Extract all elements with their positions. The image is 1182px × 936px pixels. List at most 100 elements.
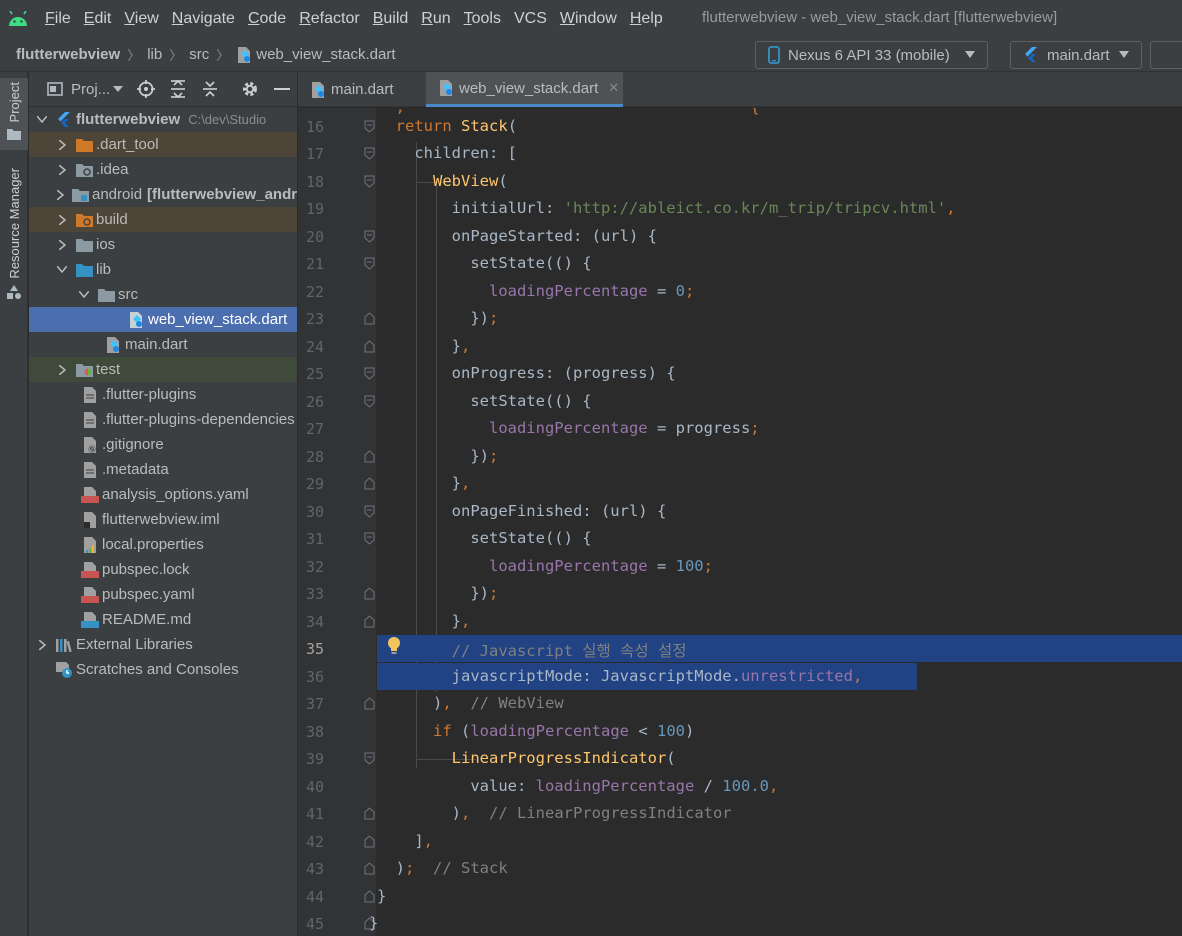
fold-marker-icon[interactable] (364, 230, 375, 243)
chevron-down-icon[interactable] (113, 85, 124, 93)
fold-end-marker-icon[interactable] (364, 312, 375, 325)
chevron-right-icon[interactable] (57, 239, 67, 250)
breadcrumb-src[interactable]: src (189, 46, 209, 63)
tab-web-view-stack-dart[interactable]: web_view_stack.dart ✕ (426, 72, 623, 107)
tree-item-readme[interactable]: README.md (29, 607, 297, 632)
fold-end-marker-icon[interactable] (364, 862, 375, 875)
fold-end-marker-icon[interactable] (364, 340, 375, 353)
fold-end-marker-icon[interactable] (364, 890, 375, 903)
tree-item-pubspec-yaml[interactable]: pubspec.yaml (29, 582, 297, 607)
run-config-extra-box[interactable] (1150, 41, 1182, 69)
tree-item-gitignore[interactable]: .gitignore (29, 432, 297, 457)
fold-marker-icon[interactable] (364, 367, 375, 380)
menu-help[interactable]: Help (630, 10, 663, 28)
fold-marker-icon[interactable] (364, 395, 375, 408)
menu-edit-mnemonic: E (83, 10, 95, 27)
menu-run[interactable]: Run (421, 10, 450, 28)
chevron-right-icon[interactable] (57, 164, 67, 175)
menu-edit[interactable]: Edit (84, 10, 112, 28)
fold-end-marker-icon[interactable] (364, 697, 375, 710)
fold-marker-icon[interactable] (364, 120, 375, 133)
text-file-icon (81, 386, 99, 404)
tree-item-pubspec-lock[interactable]: pubspec.lock (29, 557, 297, 582)
fold-marker-icon[interactable] (364, 505, 375, 518)
fold-marker-icon[interactable] (364, 175, 375, 188)
tree-item-main-dart[interactable]: main.dart (29, 332, 297, 357)
menu-refactor[interactable]: Refactor (299, 10, 359, 28)
tree-item-analysis-options[interactable]: analysis_options.yaml (29, 482, 297, 507)
tree-item-idea[interactable]: .idea (29, 157, 297, 182)
resource-manager-tool-tab[interactable]: Resource Manager (0, 168, 28, 308)
fold-marker-icon[interactable] (364, 752, 375, 765)
fold-end-marker-icon[interactable] (364, 477, 375, 490)
chevron-right-icon[interactable] (57, 189, 64, 200)
fold-end-marker-icon[interactable] (364, 587, 375, 600)
tree-item-dart-tool[interactable]: .dart_tool (29, 132, 297, 157)
tree-item-test[interactable]: test (29, 357, 297, 382)
fold-marker-icon[interactable] (364, 257, 375, 270)
run-config-selector[interactable]: main.dart (1010, 41, 1142, 69)
line-number: 22 (305, 283, 324, 301)
fold-marker-icon[interactable] (364, 532, 375, 545)
code-text: children: [ (377, 144, 517, 162)
code-text: loadingPercentage = 100; (488, 557, 713, 575)
chevron-down-icon[interactable] (79, 290, 89, 300)
project-tool-tab[interactable]: Project (0, 78, 28, 150)
menu-view[interactable]: View (124, 10, 158, 28)
tree-item-scratches[interactable]: Scratches and Consoles (29, 657, 297, 682)
expand-all-icon[interactable] (169, 80, 187, 98)
chevron-right-icon[interactable] (57, 214, 67, 225)
chevron-right-icon[interactable] (57, 139, 67, 150)
fold-end-marker-icon[interactable] (364, 615, 375, 628)
breadcrumb-project[interactable]: flutterwebview (16, 46, 120, 63)
menu-code[interactable]: Code (248, 10, 286, 28)
tree-item-label: analysis_options.yaml (102, 486, 249, 503)
code-text: initialUrl: 'http://ableict.co.kr/m_trip… (377, 199, 956, 217)
tree-item-flutter-plugins[interactable]: .flutter-plugins (29, 382, 297, 407)
collapse-all-icon[interactable] (201, 80, 219, 98)
close-icon[interactable]: ✕ (608, 80, 619, 96)
tree-item-web-view-stack[interactable]: web_view_stack.dart (29, 307, 297, 332)
tree-item-external-libraries[interactable]: External Libraries (29, 632, 297, 657)
code-line: 23 }); (298, 305, 1182, 332)
menu-view-label: iew (134, 10, 159, 27)
device-selector[interactable]: Nexus 6 API 33 (mobile) (755, 41, 988, 69)
fold-end-marker-icon[interactable] (364, 807, 375, 820)
tree-item-lib[interactable]: lib (29, 257, 297, 282)
project-panel-header: Proj... (29, 72, 297, 107)
menu-vcs[interactable]: VCS (514, 10, 547, 28)
editor-vertical-scrollbar[interactable] (1172, 108, 1182, 936)
fold-marker-icon[interactable] (364, 147, 375, 160)
fold-end-marker-icon[interactable] (364, 450, 375, 463)
chevron-right-icon[interactable] (57, 364, 67, 375)
menu-navigate[interactable]: Navigate (172, 10, 235, 28)
tree-item-build[interactable]: build (29, 207, 297, 232)
tab-main-dart[interactable]: main.dart (298, 72, 425, 107)
tree-item-ios[interactable]: ios (29, 232, 297, 257)
chevron-down-icon[interactable] (57, 265, 67, 275)
code-line: 27 loadingPercentage = progress; (298, 415, 1182, 442)
code-editor[interactable]: ; { 16 return Stack( 17 children: [ 18 W… (298, 108, 1182, 936)
project-view-selector[interactable]: Proj... (71, 81, 110, 98)
tree-item-src[interactable]: src (29, 282, 297, 307)
chevron-down-icon[interactable] (37, 115, 47, 125)
tree-item-iml[interactable]: flutterwebview.iml (29, 507, 297, 532)
menu-build[interactable]: Build (373, 10, 409, 28)
menu-tools[interactable]: Tools (464, 10, 501, 28)
gear-icon[interactable] (241, 80, 259, 98)
tree-item-metadata[interactable]: .metadata (29, 457, 297, 482)
minimize-icon[interactable] (273, 80, 291, 98)
chevron-right-icon[interactable] (37, 639, 47, 650)
tree-item-android[interactable]: android [flutterwebview_android] (29, 182, 297, 207)
tree-item-root[interactable]: flutterwebview C:\dev\Studio (29, 107, 297, 132)
tree-item-flutter-plugins-dependencies[interactable]: .flutter-plugins-dependencies (29, 407, 297, 432)
tree-item-local-properties[interactable]: local.properties (29, 532, 297, 557)
fold-end-marker-icon[interactable] (364, 835, 375, 848)
menu-file[interactable]: File (45, 10, 71, 28)
menu-window[interactable]: Window (560, 10, 617, 28)
code-line: 45 } (298, 910, 1182, 936)
breadcrumb-lib[interactable]: lib (147, 46, 162, 63)
code-line: 19 initialUrl: 'http://ableict.co.kr/m_t… (298, 195, 1182, 222)
locate-file-icon[interactable] (137, 80, 156, 98)
breadcrumb-file[interactable]: web_view_stack.dart (256, 46, 395, 63)
